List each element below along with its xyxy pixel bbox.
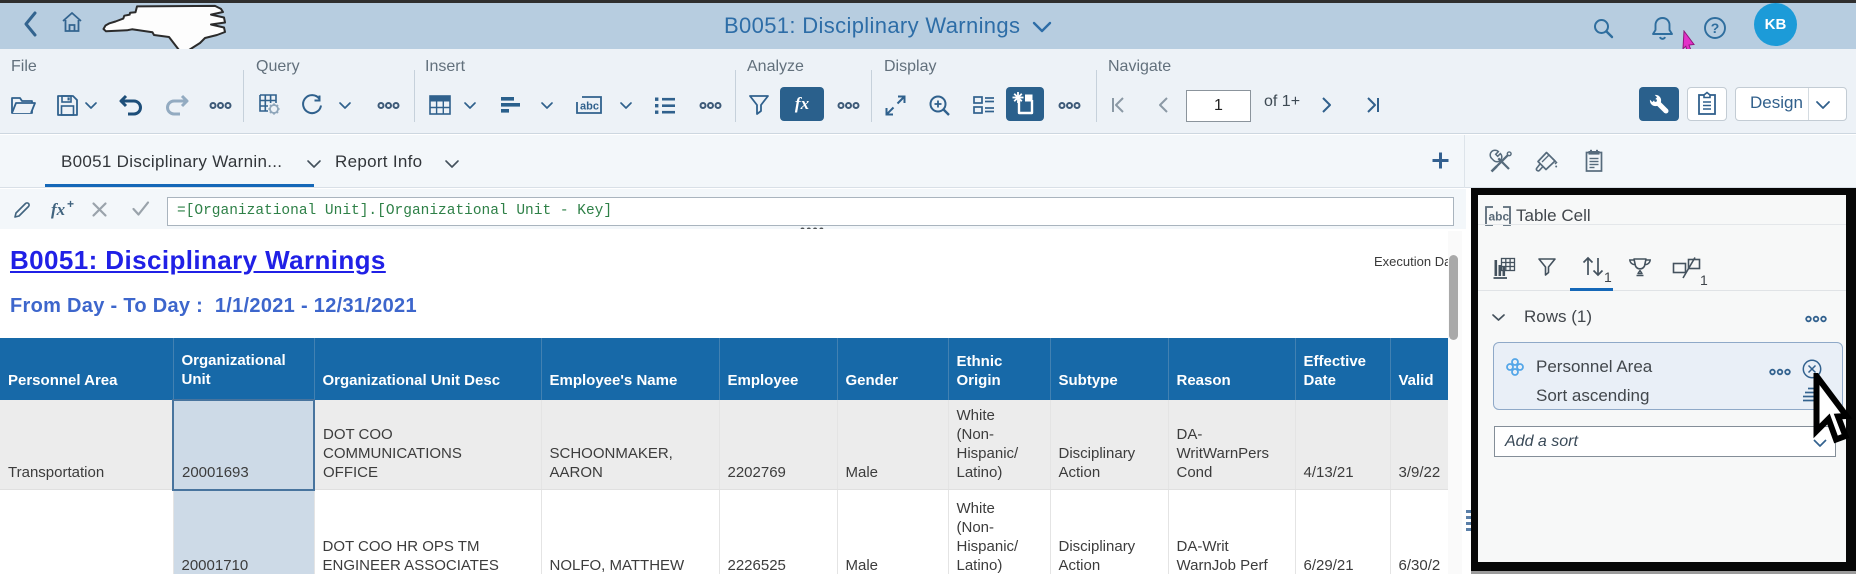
svg-text:+: +: [67, 198, 74, 211]
svg-text:1: 1: [1604, 269, 1612, 283]
svg-text:fx: fx: [51, 200, 66, 219]
svg-text:?: ?: [1711, 20, 1720, 36]
svg-text:abc: abc: [580, 101, 599, 113]
svg-text:1: 1: [1700, 272, 1708, 287]
svg-text:abc: abc: [1489, 210, 1510, 224]
